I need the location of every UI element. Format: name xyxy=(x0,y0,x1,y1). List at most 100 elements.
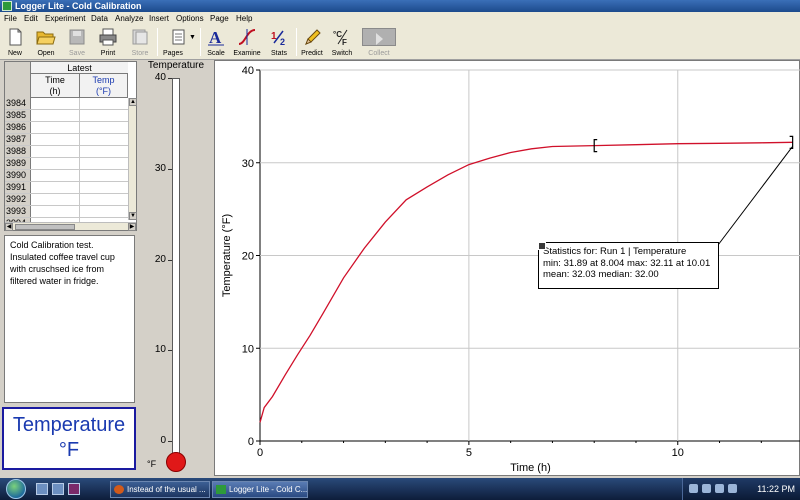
show-desktop-icon[interactable] xyxy=(36,483,48,495)
digital-meter[interactable]: Temperature °F xyxy=(2,407,136,470)
row-number: 3989 xyxy=(5,158,31,169)
scroll-down-arrow-icon[interactable]: ▼ xyxy=(129,212,137,220)
switch-units-button[interactable]: °C F Switch xyxy=(328,26,356,59)
menu-analyze[interactable]: Analyze xyxy=(115,12,143,25)
print-label: Print xyxy=(100,50,116,57)
toolbar-separator xyxy=(296,28,297,56)
menu-page[interactable]: Page xyxy=(210,12,229,25)
table-row[interactable]: 3989 xyxy=(5,158,128,170)
cell-temp[interactable] xyxy=(80,122,128,133)
cell-time[interactable] xyxy=(31,98,80,109)
cell-temp[interactable] xyxy=(80,170,128,181)
table-row[interactable]: 3992 xyxy=(5,194,128,206)
thermometer-tick-label: 30 xyxy=(154,162,166,174)
menu-help[interactable]: Help xyxy=(236,12,252,25)
cell-time[interactable] xyxy=(31,134,80,145)
tray-arrow-icon[interactable] xyxy=(689,484,698,493)
clock[interactable]: 11:22 PM xyxy=(757,478,795,500)
open-label: Open xyxy=(37,50,55,57)
browser-quicklaunch-icon[interactable] xyxy=(68,483,80,495)
start-orb-icon[interactable] xyxy=(6,479,26,499)
thermometer-tick xyxy=(168,168,172,170)
cell-temp[interactable] xyxy=(80,158,128,169)
cell-time[interactable] xyxy=(31,182,80,193)
taskbar: Instead of the usual ... Logger Lite - C… xyxy=(0,478,800,500)
table-row[interactable]: 3984 xyxy=(5,98,128,110)
pages-dropdown-arrow-icon: ▼ xyxy=(189,34,196,41)
cell-temp[interactable] xyxy=(80,110,128,121)
stats-button[interactable]: 12 Stats xyxy=(265,26,293,59)
table-row[interactable]: 3990 xyxy=(5,170,128,182)
table-row[interactable]: 3988 xyxy=(5,146,128,158)
open-button[interactable]: Open xyxy=(31,26,61,59)
examine-curve-icon xyxy=(238,29,256,45)
cell-temp[interactable] xyxy=(80,98,128,109)
stats-box-close-icon[interactable] xyxy=(538,242,546,250)
menu-options[interactable]: Options xyxy=(176,12,204,25)
new-button[interactable]: New xyxy=(2,26,28,59)
cell-time[interactable] xyxy=(31,158,80,169)
table-row[interactable]: 3987 xyxy=(5,134,128,146)
cell-time[interactable] xyxy=(31,170,80,181)
table-group-header: Latest xyxy=(31,62,128,74)
taskbar-item-logger-lite[interactable]: Logger Lite - Cold C... xyxy=(212,481,308,498)
table-row[interactable]: 3993 xyxy=(5,206,128,218)
print-button[interactable]: Print xyxy=(94,26,122,59)
graph-panel[interactable]: 0 10 20 30 40 0 5 10 Time (h) Temperature (°F) St… xyxy=(214,60,800,476)
thermometer-meter[interactable]: Temperature 40 30 20 10 0 °F xyxy=(142,60,210,474)
menu-file[interactable]: File xyxy=(4,12,17,25)
scroll-left-arrow-icon[interactable]: ◀ xyxy=(5,223,13,231)
column-header-temp[interactable]: Temp (°F) xyxy=(80,74,128,98)
horizontal-scroll-thumb[interactable] xyxy=(15,224,75,230)
store-button[interactable]: Store xyxy=(126,26,154,59)
main-area: Latest Time (h) Temp (°F) 3984 3985 3986… xyxy=(0,60,800,478)
cell-temp[interactable] xyxy=(80,182,128,193)
examine-button[interactable]: Examine xyxy=(231,26,263,59)
cell-temp[interactable] xyxy=(80,146,128,157)
scroll-right-arrow-icon[interactable]: ▶ xyxy=(128,223,136,231)
toolbar: New Open Save Print Store ▼ Pages A Scal… xyxy=(0,25,800,60)
table-row[interactable]: 3991 xyxy=(5,182,128,194)
column-header-time[interactable]: Time (h) xyxy=(31,74,80,98)
taskbar-item-browser[interactable]: Instead of the usual ... xyxy=(110,481,210,498)
scale-button[interactable]: A Scale xyxy=(203,26,229,59)
cell-temp[interactable] xyxy=(80,134,128,145)
security-icon[interactable] xyxy=(728,484,737,493)
menu-edit[interactable]: Edit xyxy=(24,12,38,25)
browser-icon xyxy=(114,485,124,494)
y-axis-label: Temperature (°F) xyxy=(221,214,233,297)
notes-box[interactable]: Cold Calibration test. Insulated coffee … xyxy=(4,235,135,403)
cell-time[interactable] xyxy=(31,194,80,205)
volume-icon[interactable] xyxy=(715,484,724,493)
predict-button[interactable]: Predict xyxy=(299,26,325,59)
table-row[interactable]: 3986 xyxy=(5,122,128,134)
cell-time[interactable] xyxy=(31,206,80,217)
toolbar-separator xyxy=(200,28,201,56)
data-table[interactable]: Latest Time (h) Temp (°F) 3984 3985 3986… xyxy=(4,61,137,231)
cell-temp[interactable] xyxy=(80,206,128,217)
save-button[interactable]: Save xyxy=(64,26,90,59)
scroll-up-arrow-icon[interactable]: ▲ xyxy=(129,98,137,106)
taskbar-item-logger-label: Logger Lite - Cold C... xyxy=(229,485,308,494)
collect-button[interactable]: Collect xyxy=(360,26,398,59)
toolbar-separator xyxy=(157,28,158,56)
table-row[interactable]: 3985 xyxy=(5,110,128,122)
cell-temp[interactable] xyxy=(80,194,128,205)
cell-time[interactable] xyxy=(31,110,80,121)
table-vertical-scrollbar[interactable]: ▲ ▼ xyxy=(128,98,137,220)
taskbar-item-browser-label: Instead of the usual ... xyxy=(127,485,206,494)
menu-data[interactable]: Data xyxy=(91,12,108,25)
switch-windows-icon[interactable] xyxy=(52,483,64,495)
collect-label: Collect xyxy=(368,50,390,57)
thermometer-tick-label: 0 xyxy=(160,435,166,446)
cell-time[interactable] xyxy=(31,146,80,157)
table-horizontal-scrollbar[interactable]: ◀ ▶ xyxy=(5,222,136,231)
pages-button[interactable]: ▼ Pages xyxy=(160,26,196,59)
cell-time[interactable] xyxy=(31,122,80,133)
thermometer-tick xyxy=(168,259,172,261)
menu-insert[interactable]: Insert xyxy=(149,12,169,25)
svg-text:°C: °C xyxy=(333,30,342,39)
menu-experiment[interactable]: Experiment xyxy=(45,12,85,25)
statistics-box[interactable]: Statistics for: Run 1 | Temperature min:… xyxy=(538,242,719,289)
network-icon[interactable] xyxy=(702,484,711,493)
